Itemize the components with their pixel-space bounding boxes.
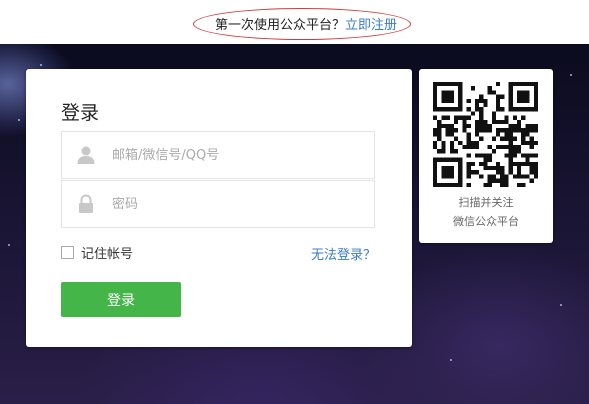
annotation-ellipse (193, 8, 411, 40)
remember-checkbox[interactable] (61, 245, 74, 259)
star (40, 64, 42, 66)
login-card: 登录 记住帐号 无法登录？ 登录 (26, 69, 412, 347)
login-button[interactable]: 登录 (61, 282, 181, 317)
qr-code-icon (433, 82, 538, 187)
star (18, 119, 20, 121)
top-bar: 第一次使用公众平台？立即注册 (0, 0, 589, 44)
remember-account[interactable]: 记住帐号 (61, 243, 134, 262)
star (560, 304, 562, 306)
remember-label: 记住帐号 (81, 246, 134, 262)
cannot-login-link[interactable]: 无法登录？ (311, 244, 376, 263)
password-input[interactable] (112, 181, 370, 227)
star (8, 244, 10, 246)
username-field[interactable] (61, 131, 375, 179)
user-icon (77, 146, 95, 164)
star (450, 359, 452, 361)
star (570, 74, 572, 76)
login-title: 登录 (61, 102, 100, 124)
qr-card: 扫描并关注 微信公众平台 (419, 69, 553, 243)
lock-icon (79, 194, 93, 213)
password-field[interactable] (61, 180, 375, 228)
qr-caption-line1: 扫描并关注 (458, 196, 514, 209)
username-input[interactable] (112, 132, 370, 178)
qr-caption-line2: 微信公众平台 (453, 215, 519, 228)
